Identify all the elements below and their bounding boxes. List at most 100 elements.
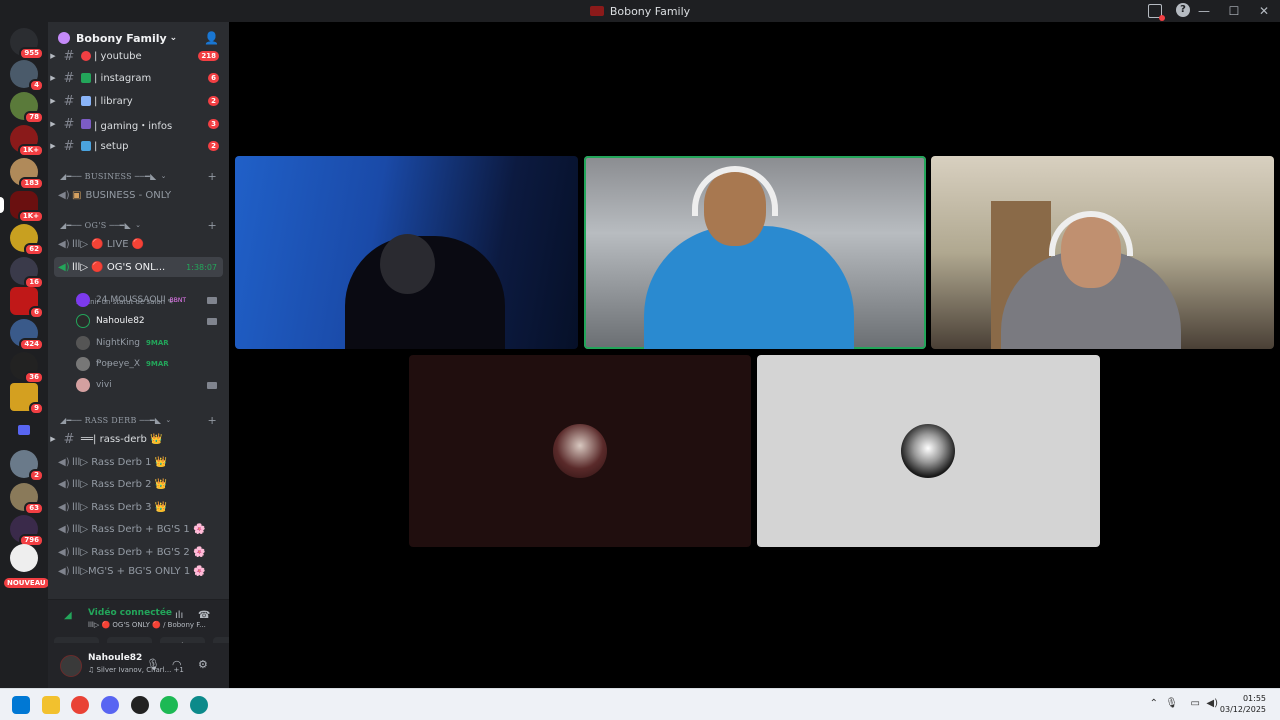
video-tile-participant-2-speaking[interactable] (584, 156, 926, 349)
noise-suppression-icon[interactable]: ılı (175, 610, 183, 621)
connected-channel[interactable]: lll▷ 🔴 OG'S ONLY 🔴 / Bobony F... (88, 621, 206, 629)
guild-badge: 183 (19, 177, 44, 190)
voice-channel-rass-bgs-1[interactable]: ◀) lll▷ Rass Derb + BG'S 1 🌸 (54, 519, 223, 539)
voice-channel-rass-derb-3[interactable]: ◀) lll▷ Rass Derb 3 👑 (54, 497, 223, 517)
channel-gaming-infos[interactable]: ▶ # | gaming・infos 3 (48, 114, 229, 134)
speaker-icon: ◀) (58, 238, 70, 250)
add-user-icon[interactable]: 👤 (204, 31, 219, 45)
close-icon[interactable]: ✕ (1256, 4, 1272, 18)
video-stage (229, 22, 1280, 688)
chevron-down-icon: ⌄ (160, 172, 167, 180)
video-tile-participant-1[interactable] (235, 156, 578, 349)
channel-setup[interactable]: ▶ # | setup 2 (48, 136, 229, 156)
mic-icon[interactable]: 🎙 (146, 658, 160, 671)
voice-member[interactable]: 24 MOUSSAOUI BBNT (76, 290, 223, 310)
server-icon[interactable]: 62 (10, 224, 44, 256)
channel-rass-derb[interactable]: ▶ # ══| rass-derb 👑 (48, 429, 229, 449)
speaker-icon: ◀) (58, 456, 70, 468)
server-icon[interactable]: 9 (10, 383, 44, 415)
spotify-icon[interactable] (160, 696, 178, 714)
direct-messages-icon[interactable]: 955 (10, 28, 44, 60)
voice-channel-rass-derb-2[interactable]: ◀) lll▷ Rass Derb 2 👑 (54, 474, 223, 494)
avatar (76, 378, 90, 392)
speaker-icon: ◀) (58, 565, 70, 577)
inbox-icon[interactable] (1148, 4, 1165, 21)
file-explorer-icon[interactable] (42, 696, 60, 714)
clock-date: 03/12/2025 (1219, 705, 1266, 714)
edge-icon[interactable] (190, 696, 208, 714)
bobony-family-server-icon[interactable]: 1K+ (0, 191, 44, 223)
folder-icon[interactable] (10, 417, 38, 445)
audio-tile-participant-5[interactable] (757, 355, 1100, 547)
chevron-right-icon: ▶ (50, 97, 56, 105)
hash-icon: # (63, 138, 75, 154)
voice-member[interactable]: vivi (76, 375, 223, 395)
participant-hoodie (644, 226, 854, 349)
mic-icon[interactable]: 🎙 (1165, 698, 1178, 709)
server-icon[interactable]: 63 (10, 483, 44, 515)
voice-channel-ogs-only[interactable]: ◀) lll▷ 🔴 OG'S ONL... 1:38:07 (54, 257, 223, 277)
voice-channel-rass-bgs-2[interactable]: ◀) lll▷ Rass Derb + BG'S 2 🌸 (54, 542, 223, 562)
user-activity: ♫ Silver Ivanov, Charl... +1 (88, 666, 184, 674)
guild-badge: 2 (29, 469, 44, 482)
server-name: Bobony Family (76, 31, 167, 45)
clock[interactable]: 01:55 03/12/2025 (1220, 693, 1266, 715)
gamepad-emoji-icon (81, 119, 91, 129)
gear-icon[interactable]: ⚙ (198, 658, 208, 671)
channel-youtube[interactable]: ▶ # | youtube 218 (48, 46, 229, 66)
volume-icon[interactable]: ◀) (1206, 698, 1218, 709)
minimize-icon[interactable]: — (1196, 4, 1212, 18)
headset-icon[interactable]: ◠ (172, 658, 182, 671)
server-icon[interactable]: 4 (10, 60, 44, 92)
chrome-icon[interactable] (71, 696, 89, 714)
audio-tile-participant-4[interactable] (409, 355, 751, 547)
server-icon[interactable]: 1K+ (10, 125, 44, 157)
username[interactable]: Nahoule82 (88, 653, 142, 663)
channel-library[interactable]: ▶ # | library 2 (48, 91, 229, 111)
channel-business-only[interactable]: ◀) ▣ BUSINESS - ONLY (54, 185, 223, 205)
category-rass-derb[interactable]: ◢━── RASS DERB ──━◣ ⌄ + (48, 411, 229, 429)
discord-icon[interactable] (101, 696, 119, 714)
hangup-icon[interactable]: ☎ (198, 610, 210, 621)
server-icon[interactable]: 16 (10, 257, 44, 289)
speaker-icon: ◀) (58, 189, 70, 201)
video-tile-participant-3[interactable] (931, 156, 1274, 349)
guild-badge: 955 (19, 47, 44, 60)
server-icon[interactable]: 78 (10, 92, 44, 124)
hash-icon: # (63, 431, 75, 447)
voice-member[interactable]: Ᵽoᵽeye_X 9MAR (76, 354, 223, 374)
server-icon[interactable]: 183 (10, 158, 44, 190)
voice-member[interactable]: NightKing 9MAR (76, 333, 223, 353)
add-channel-icon[interactable]: + (207, 170, 217, 183)
help-icon[interactable]: ? (1176, 3, 1190, 17)
server-icon[interactable]: 36 (10, 352, 44, 384)
speaker-icon: ◀) (58, 546, 70, 558)
server-icon[interactable]: 424 (10, 319, 44, 351)
category-ogs[interactable]: ◢━── OG'S ──━◣ ⌄ + (48, 216, 229, 234)
server-icon[interactable]: 796 (10, 515, 44, 547)
server-icon[interactable]: 2 (10, 450, 44, 482)
voice-channel-live[interactable]: ◀) lll▷ 🔴 LIVE 🔴 (54, 234, 223, 254)
chevron-right-icon: ▶ (50, 52, 56, 60)
connection-status[interactable]: Vidéo connectée (88, 608, 172, 618)
voice-channel-rass-derb-1[interactable]: ◀) lll▷ Rass Derb 1 👑 (54, 452, 223, 472)
chevron-up-icon[interactable]: ⌃ (1150, 698, 1158, 709)
voice-channel-mgs-bgs-1[interactable]: ◀) lll▷MG'S + BG'S ONLY 1 🌸 (54, 565, 223, 577)
category-business[interactable]: ◢━── BUSINESS ──━◣ ⌄ + (48, 167, 229, 185)
voice-member[interactable]: Nahoule82 (76, 311, 223, 331)
add-channel-icon[interactable]: + (207, 414, 217, 427)
participant-head (380, 234, 435, 294)
window-title: Bobony Family (589, 5, 690, 18)
avatar[interactable] (60, 655, 82, 677)
mention-badge: 3 (208, 119, 219, 129)
maximize-icon[interactable]: ☐ (1226, 4, 1242, 18)
steam-icon[interactable] (131, 696, 149, 714)
signal-icon[interactable]: ◢ (64, 610, 72, 621)
windows-start-icon[interactable] (12, 696, 30, 714)
channel-instagram[interactable]: ▶ # | instagram 6 (48, 68, 229, 88)
server-icon[interactable] (10, 544, 38, 572)
server-icon[interactable]: 6 (10, 287, 44, 319)
network-icon[interactable]: ▭ (1191, 698, 1200, 709)
new-badge: NOUVEAU (4, 578, 49, 588)
add-channel-icon[interactable]: + (207, 219, 217, 232)
